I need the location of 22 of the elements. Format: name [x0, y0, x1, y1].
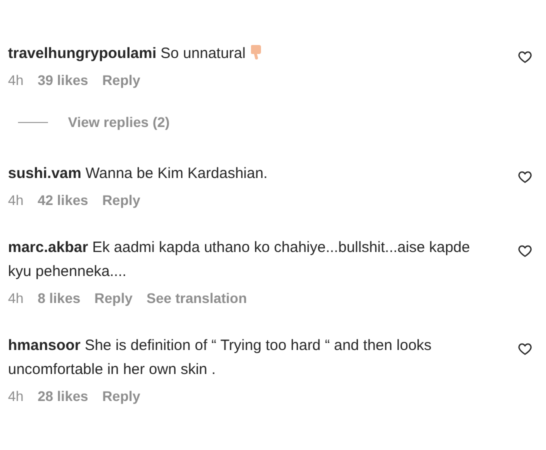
view-replies-link[interactable]: View replies (2) — [68, 114, 170, 130]
likes-link[interactable]: 8 likes — [38, 290, 80, 306]
comment-time: 4h — [8, 192, 24, 208]
action-link[interactable]: Reply — [102, 72, 140, 88]
heart-icon[interactable] — [518, 170, 532, 184]
comment-text: marc.akbar Ek aadmi kapda uthano ko chahiye...bullshit...aise kapde kyu pehenneka.... — [8, 238, 471, 282]
heart-icon[interactable] — [518, 342, 532, 356]
heart-icon[interactable] — [518, 244, 532, 258]
comment-text: travelhungrypoulami So unnatural — [8, 42, 474, 66]
action-link[interactable]: Reply — [102, 388, 140, 404]
likes-link[interactable]: 39 likes — [38, 72, 88, 88]
comment-text: hmansoor She is definition of “ Trying too hard “ and then looks uncomfortable in her own skin . — [8, 336, 433, 380]
comment-time: 4h — [8, 388, 24, 404]
action-link[interactable]: Reply — [102, 192, 140, 208]
likes-link[interactable]: 42 likes — [38, 192, 88, 208]
comment-time: 4h — [8, 290, 24, 306]
comment-time: 4h — [8, 72, 24, 88]
heart-icon[interactable] — [518, 50, 532, 64]
comment-text: sushi.vam Wanna be Kim Kardashian. — [8, 164, 269, 184]
action-link[interactable]: See translation — [146, 290, 247, 306]
action-link[interactable]: Reply — [94, 290, 133, 306]
likes-link[interactable]: 28 likes — [38, 388, 88, 404]
